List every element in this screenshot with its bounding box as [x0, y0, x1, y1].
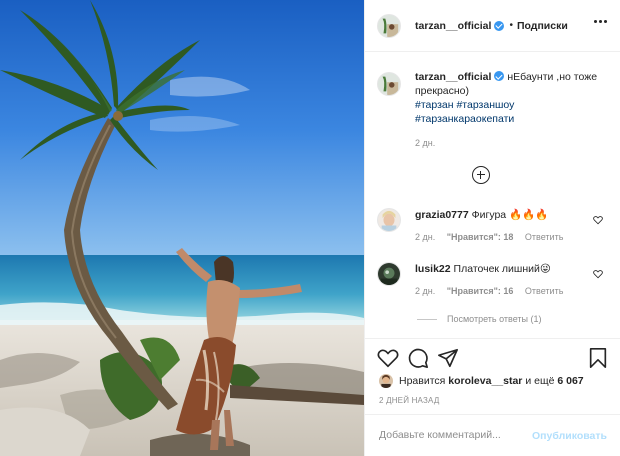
liker-username[interactable]: koroleva__star [448, 375, 522, 387]
avatar-image [378, 263, 400, 285]
likes-middle: и ещё [525, 375, 555, 387]
caption-author-avatar[interactable] [377, 72, 401, 96]
avatar-image [378, 73, 400, 95]
beach-photo-image [0, 0, 364, 456]
following-button[interactable]: Подписки [517, 20, 568, 32]
reply-button[interactable]: Ответить [525, 232, 563, 242]
comment-text: Фигура 🔥🔥🔥 [471, 209, 549, 221]
commenter-avatar[interactable] [377, 262, 401, 286]
post-actions-bar [365, 338, 620, 376]
author-username[interactable]: tarzan__official [415, 20, 491, 32]
comment-body: grazia0777 Фигура 🔥🔥🔥 [415, 208, 595, 222]
commenter-avatar[interactable] [377, 208, 401, 232]
caption-date: 2 дн. [415, 138, 436, 148]
hashtag-link[interactable]: #тарзанкараокепати [415, 113, 514, 125]
post-photo[interactable] [0, 0, 364, 456]
comment-meta: 2 дн. "Нравится": 18 Ответить [415, 232, 572, 242]
hashtag-link[interactable]: #тарзаншоу [456, 99, 514, 111]
author-avatar[interactable] [377, 13, 401, 38]
header-separator: • [509, 20, 513, 31]
post-caption: tarzan__official нЕбаунти ,но тоже прекр… [377, 70, 613, 150]
post-side-panel: tarzan__official • Подписки tarzan__offi… [364, 0, 620, 456]
comment-date: 2 дн. [415, 286, 436, 296]
hashtag-link[interactable]: #тарзан [415, 99, 454, 111]
comment-likes[interactable]: "Нравится": 18 [447, 232, 514, 242]
comment-date: 2 дн. [415, 232, 436, 242]
publish-button[interactable]: Опубликовать [532, 430, 607, 442]
verified-badge-icon [494, 71, 505, 81]
comment-body: lusik22 Платочек лишний😜 [415, 262, 595, 276]
share-send-icon[interactable] [437, 347, 459, 369]
post-header: tarzan__official • Подписки [365, 0, 620, 52]
likes-prefix: Нравится [399, 375, 446, 387]
comment-likes-count: "Нравится": 18 [446, 232, 514, 242]
avatar-image [378, 209, 400, 231]
caption-username[interactable]: tarzan__official [415, 71, 491, 83]
avatar-image [378, 14, 400, 37]
reply-button[interactable]: Ответить [525, 286, 563, 296]
bookmark-save-icon[interactable] [587, 347, 609, 369]
like-heart-icon[interactable] [377, 347, 399, 369]
view-replies-button[interactable]: Посмотреть ответы (1) [417, 314, 542, 324]
post-timestamp: 2 ДНЕЙ НАЗАД [379, 396, 440, 405]
comment-username[interactable]: grazia0777 [415, 209, 469, 221]
comment-username[interactable]: lusik22 [415, 263, 451, 275]
instagram-post: tarzan__official • Подписки tarzan__offi… [0, 0, 620, 456]
verified-badge-icon [494, 20, 505, 31]
like-comment-heart-icon[interactable] [593, 269, 603, 279]
plus-circle-icon[interactable] [472, 166, 490, 184]
comment-input[interactable] [379, 429, 529, 441]
likes-count[interactable]: 6 067 [557, 375, 583, 387]
comment-meta: 2 дн. "Нравится": 16 Ответить [415, 286, 572, 296]
liker-avatar[interactable] [379, 374, 393, 388]
caption-body: tarzan__official нЕбаунти ,но тоже прекр… [415, 70, 605, 150]
add-comment-bar: Опубликовать [365, 414, 620, 456]
comment-likes-count: "Нравится": 16 [446, 286, 514, 296]
replies-divider-line [417, 318, 437, 320]
comment-bubble-icon[interactable] [407, 347, 429, 369]
comment-text: Платочек лишний😜 [453, 263, 551, 275]
caption-hashtags: #тарзан #тарзаншоу #тарзанкараокепати [415, 98, 605, 126]
more-horizontal-icon[interactable] [594, 20, 607, 23]
likes-summary: Нравится koroleva__star и ещё 6 067 [379, 374, 584, 388]
comment-likes[interactable]: "Нравится": 16 [447, 286, 514, 296]
like-comment-heart-icon[interactable] [593, 215, 603, 225]
view-replies-label: Посмотреть ответы (1) [447, 314, 542, 324]
avatar-image [379, 374, 393, 388]
